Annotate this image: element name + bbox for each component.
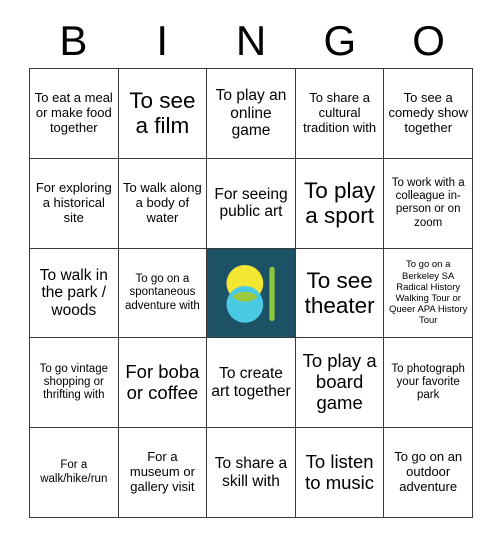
bingo-cell-r3c5[interactable]: To go on a Berkeley SA Radical History W… bbox=[384, 248, 473, 339]
bingo-cell-label: For a museum or gallery visit bbox=[129, 449, 195, 495]
bingo-cell-label: To go on a spontaneous adventure with bbox=[124, 273, 200, 312]
bingo-cell-label: To go on an outdoor adventure bbox=[394, 449, 463, 495]
bingo-cell-label: To play a sport bbox=[303, 178, 376, 229]
bingo-cell-label: To see a film bbox=[129, 88, 196, 139]
bingo-cell-r3c1[interactable]: To walk in the park / woods bbox=[30, 248, 119, 339]
bingo-cell-label: To work with a colleague in-person or on… bbox=[391, 176, 465, 229]
bingo-cell-label: For exploring a historical site bbox=[35, 179, 112, 225]
bingo-grid: To eat a meal or make food together To s… bbox=[29, 68, 473, 518]
bingo-cell-label: To share a cultural tradition with bbox=[303, 89, 377, 135]
bingo-cell-r5c2[interactable]: For a museum or gallery visit bbox=[118, 428, 208, 518]
bingo-cell-r2c4[interactable]: To play a sport bbox=[295, 158, 385, 249]
bingo-cell-r4c4[interactable]: To play a board game bbox=[295, 338, 385, 429]
bingo-cell-r2c5[interactable]: To work with a colleague in-person or on… bbox=[384, 158, 473, 249]
bingo-cell-label: To walk in the park / woods bbox=[39, 266, 108, 319]
bingo-cell-label: To eat a meal or make food together bbox=[34, 89, 113, 135]
bingo-cell-label: To go on a Berkeley SA Radical History W… bbox=[388, 259, 468, 327]
bingo-cell-r1c3[interactable]: To play an online game bbox=[207, 69, 296, 159]
bingo-card: B I N G O To eat a meal or make food tog… bbox=[0, 0, 500, 544]
bingo-cell-r2c2[interactable]: To walk along a body of water bbox=[118, 158, 208, 249]
bingo-cell-r5c1[interactable]: For a walk/hike/run bbox=[30, 428, 119, 518]
bingo-cell-label: To go vintage shopping or thrifting with bbox=[39, 362, 108, 402]
bingo-cell-r4c5[interactable]: To photograph your favorite park bbox=[384, 338, 473, 429]
bingo-cell-label: To play a board game bbox=[302, 350, 377, 414]
bingo-cell-r1c5[interactable]: To see a comedy show together bbox=[384, 69, 473, 159]
bingo-cell-label: To play an online game bbox=[215, 86, 287, 140]
bingo-cell-r5c3[interactable]: To share a skill with bbox=[207, 428, 296, 518]
bingo-cell-r4c1[interactable]: To go vintage shopping or thrifting with bbox=[30, 338, 119, 429]
bingo-cell-label: To walk along a body of water bbox=[123, 179, 202, 225]
bingo-header-letter-g: G bbox=[323, 17, 357, 64]
bingo-header-row: B I N G O bbox=[29, 16, 473, 66]
bingo-cell-label: For seeing public art bbox=[214, 185, 288, 221]
bingo-cell-label: To create art together bbox=[211, 365, 291, 400]
bingo-header-letter-b: B bbox=[59, 17, 88, 64]
bingo-cell-free-space[interactable] bbox=[207, 248, 296, 339]
bingo-cell-label: To photograph your favorite park bbox=[391, 362, 465, 402]
bingo-cell-label: To share a skill with bbox=[214, 454, 288, 490]
bingo-cell-r5c4[interactable]: To listen to music bbox=[295, 428, 385, 518]
bingo-header-letter-n: N bbox=[235, 17, 267, 64]
bingo-cell-label: For a walk/hike/run bbox=[40, 459, 108, 485]
bingo-cell-r2c3[interactable]: For seeing public art bbox=[207, 158, 296, 249]
bingo-free-space-logo bbox=[207, 248, 295, 338]
bingo-cell-label: To see theater bbox=[304, 267, 375, 318]
bingo-cell-r1c4[interactable]: To share a cultural tradition with bbox=[295, 69, 385, 159]
bingo-cell-r5c5[interactable]: To go on an outdoor adventure bbox=[384, 428, 473, 518]
bingo-cell-r3c2[interactable]: To go on a spontaneous adventure with bbox=[118, 248, 208, 339]
bingo-header-letter-o: O bbox=[412, 17, 445, 64]
bingo-cell-r1c2[interactable]: To see a film bbox=[118, 69, 208, 159]
bingo-cell-label: To see a comedy show together bbox=[388, 89, 468, 135]
bingo-cell-r1c1[interactable]: To eat a meal or make food together bbox=[30, 69, 119, 159]
bingo-cell-label: To listen to music bbox=[305, 450, 375, 493]
bingo-free-space-logo-icon bbox=[207, 249, 295, 337]
bingo-header-letter-i: I bbox=[156, 17, 169, 64]
bingo-cell-label: For boba or coffee bbox=[125, 360, 200, 403]
bingo-cell-r4c2[interactable]: For boba or coffee bbox=[118, 338, 208, 429]
bingo-cell-r2c1[interactable]: For exploring a historical site bbox=[30, 158, 119, 249]
bingo-cell-r3c4[interactable]: To see theater bbox=[295, 248, 385, 339]
bingo-cell-r4c3[interactable]: To create art together bbox=[207, 338, 296, 429]
